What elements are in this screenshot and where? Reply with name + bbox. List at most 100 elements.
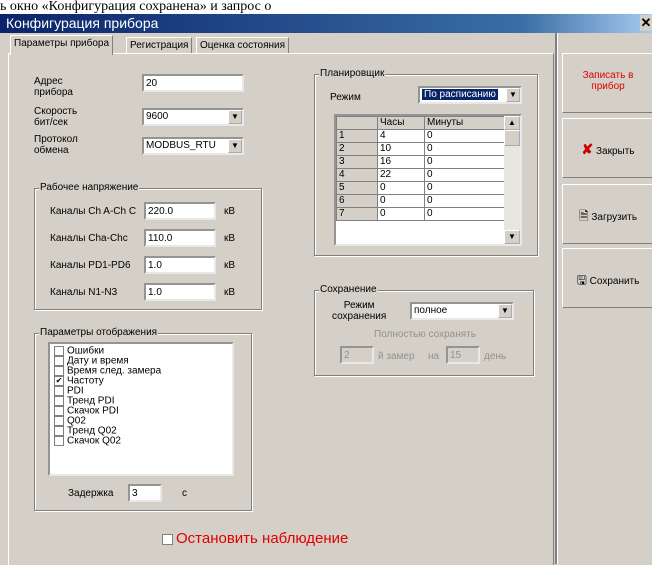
delay-unit: с bbox=[182, 488, 187, 499]
close-x-icon: ✘ bbox=[581, 141, 594, 157]
chevron-down-icon[interactable]: ▼ bbox=[504, 230, 520, 244]
voltage-label-1: Каналы Ch A-Ch C bbox=[50, 206, 137, 217]
display-params-list[interactable]: Ошибки Дату и время Время след. замера ✔… bbox=[48, 342, 234, 476]
voltage-label-3: Каналы PD1-PD6 bbox=[50, 260, 131, 271]
save-day-input[interactable]: 15 bbox=[446, 346, 480, 364]
open-file-icon: 🗎 bbox=[578, 209, 589, 223]
voltage-input-3[interactable]: 1.0 bbox=[144, 256, 216, 274]
tab-device-params[interactable]: Параметры прибора bbox=[10, 35, 114, 55]
scheduler-title: Планировщик bbox=[319, 68, 386, 80]
scrollbar-thumb[interactable] bbox=[504, 130, 520, 146]
voltage-unit-1: кВ bbox=[224, 206, 236, 217]
window-title: Конфигурация прибора bbox=[6, 15, 159, 31]
voltage-label-4: Каналы N1-N3 bbox=[50, 287, 118, 298]
load-button[interactable]: 🗎 Загрузить bbox=[562, 184, 652, 244]
list-item[interactable]: PDI bbox=[54, 386, 228, 396]
voltage-unit-2: кВ bbox=[224, 233, 236, 244]
list-item[interactable]: Тренд PDI bbox=[54, 396, 228, 406]
schedule-grid[interactable]: Часы Минуты 140 2 10 0 3 16 0 4 22 0 500 600 7… bbox=[334, 114, 522, 246]
checkbox[interactable] bbox=[54, 366, 64, 376]
close-button[interactable]: ✘ Закрыть bbox=[562, 118, 652, 178]
list-item[interactable]: ✔ Частоту bbox=[54, 376, 228, 386]
table-row[interactable]: 2 10 0 bbox=[336, 142, 506, 156]
voltage-group-title: Рабочее напряжение bbox=[39, 182, 140, 194]
chevron-down-icon[interactable]: ▼ bbox=[506, 88, 520, 102]
stop-observation-checkbox[interactable]: Остановить наблюдение bbox=[162, 530, 348, 547]
table-header-corner bbox=[336, 116, 378, 130]
voltage-input-1[interactable]: 220.0 bbox=[144, 202, 216, 220]
saving-mode-select[interactable]: полное ▼ bbox=[410, 302, 514, 320]
delay-input[interactable]: 3 bbox=[128, 484, 162, 502]
checkbox-checked[interactable]: ✔ bbox=[54, 376, 64, 386]
write-to-device-label: Записать в прибор bbox=[582, 70, 634, 92]
scheduler-mode-label: Режим bbox=[330, 92, 361, 103]
saving-title: Сохранение bbox=[319, 284, 378, 296]
save-day-suffix: день bbox=[484, 351, 507, 362]
full-save-label: Полностью сохранять bbox=[374, 329, 476, 340]
save-on-label: на bbox=[428, 351, 440, 362]
chevron-down-icon[interactable]: ▼ bbox=[228, 110, 242, 124]
voltage-unit-3: кВ bbox=[224, 260, 236, 271]
checkbox[interactable] bbox=[54, 426, 64, 436]
chevron-down-icon[interactable]: ▼ bbox=[498, 304, 512, 318]
delay-label: Задержка bbox=[68, 488, 114, 499]
tab-state-assessment[interactable]: Оценка состояния bbox=[196, 37, 290, 54]
chevron-up-icon[interactable]: ▲ bbox=[504, 116, 520, 130]
checkbox[interactable] bbox=[54, 406, 64, 416]
voltage-input-2[interactable]: 110.0 bbox=[144, 229, 216, 247]
save-count-suffix: й замер bbox=[378, 351, 415, 362]
vertical-separator bbox=[555, 33, 558, 564]
list-item[interactable]: Скачок Q02 bbox=[54, 436, 228, 446]
voltage-label-2: Каналы Cha-Chc bbox=[50, 233, 128, 244]
display-params-title: Параметры отображения bbox=[39, 327, 159, 339]
voltage-unit-4: кВ bbox=[224, 287, 236, 298]
checkbox[interactable] bbox=[54, 356, 64, 366]
address-label: Адрес прибора bbox=[34, 76, 73, 98]
table-header-hours: Часы bbox=[377, 116, 425, 130]
load-label: Загрузить bbox=[591, 212, 638, 223]
close-window-icon[interactable]: ✕ bbox=[640, 15, 652, 31]
list-item[interactable]: Ошибки bbox=[54, 346, 228, 356]
address-input[interactable]: 20 bbox=[142, 74, 244, 92]
list-item[interactable]: Тренд Q02 bbox=[54, 426, 228, 436]
table-row[interactable]: 3 16 0 bbox=[336, 155, 506, 169]
save-label: Сохранить bbox=[589, 276, 640, 287]
table-header-row: Часы Минуты bbox=[336, 116, 506, 130]
table-header-minutes: Минуты bbox=[424, 116, 506, 130]
write-to-device-button[interactable]: Записать в прибор bbox=[562, 53, 652, 113]
title-bar: Конфигурация прибора ✕ bbox=[0, 14, 652, 33]
list-item[interactable]: Скачок PDI bbox=[54, 406, 228, 416]
close-label: Закрыть bbox=[596, 146, 635, 157]
checkbox[interactable] bbox=[54, 416, 64, 426]
speed-value: 9600 bbox=[146, 111, 169, 122]
checkbox[interactable] bbox=[54, 396, 64, 406]
checkbox[interactable] bbox=[162, 533, 173, 545]
list-item[interactable]: Q02 bbox=[54, 416, 228, 426]
list-item[interactable]: Время след. замера bbox=[54, 366, 228, 376]
voltage-input-4[interactable]: 1.0 bbox=[144, 283, 216, 301]
protocol-select[interactable]: MODBUS_RTU ▼ bbox=[142, 137, 244, 155]
saving-mode-value: полное bbox=[414, 305, 448, 316]
table-row[interactable]: 700 bbox=[336, 207, 506, 221]
table-row[interactable]: 4 22 0 bbox=[336, 168, 506, 182]
protocol-value: MODBUS_RTU bbox=[146, 140, 216, 151]
table-row[interactable]: 600 bbox=[336, 194, 506, 208]
tab-registration[interactable]: Регистрация bbox=[126, 37, 193, 54]
save-count-input[interactable]: 2 bbox=[340, 346, 374, 364]
checkbox[interactable] bbox=[54, 436, 64, 446]
save-button[interactable]: 🖫 Сохранить bbox=[562, 248, 652, 308]
checkbox[interactable] bbox=[54, 346, 64, 356]
background-document-text: ь окно «Конфигурация сохранена» и запрос… bbox=[0, 0, 652, 14]
speed-label: Скорость бит/сек bbox=[34, 106, 78, 128]
scheduler-mode-select[interactable]: По расписанию ▼ bbox=[418, 86, 522, 104]
table-row[interactable]: 500 bbox=[336, 181, 506, 195]
list-item[interactable]: Дату и время bbox=[54, 356, 228, 366]
scheduler-mode-value: По расписанию bbox=[422, 89, 498, 100]
chevron-down-icon[interactable]: ▼ bbox=[228, 139, 242, 153]
schedule-scrollbar[interactable]: ▲ ▼ bbox=[504, 116, 520, 244]
checkbox[interactable] bbox=[54, 386, 64, 396]
speed-select[interactable]: 9600 ▼ bbox=[142, 108, 244, 126]
protocol-label: Протокол обмена bbox=[34, 134, 78, 156]
stop-observation-label: Остановить наблюдение bbox=[176, 530, 349, 547]
table-row[interactable]: 140 bbox=[336, 129, 506, 143]
